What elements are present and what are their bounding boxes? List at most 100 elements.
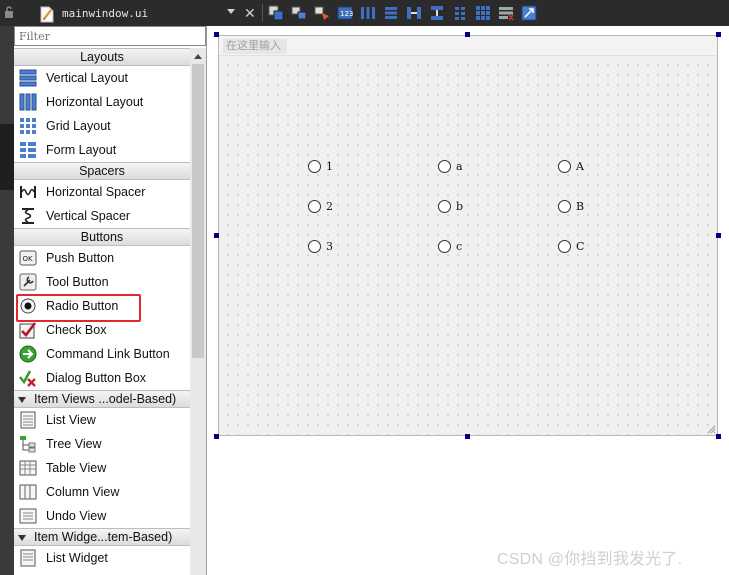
resize-handle-top[interactable] <box>465 32 470 37</box>
edit-tab-order-icon[interactable]: 123 <box>337 5 353 21</box>
radio-indicator <box>438 160 451 173</box>
toolbar-separator <box>262 4 263 22</box>
widget-item-label: Undo View <box>46 509 107 523</box>
radio-indicator <box>308 200 321 213</box>
widget-item-push-button[interactable]: OK Push Button <box>14 246 190 270</box>
radio-label: 2 <box>326 200 333 213</box>
widget-item-grid-layout[interactable]: Grid Layout <box>14 114 190 138</box>
lay-out-vertically-icon[interactable] <box>383 5 399 21</box>
file-dropdown-icon[interactable] <box>227 9 235 14</box>
widget-item-label: Command Link Button <box>46 347 170 361</box>
widget-item-vertical-spacer[interactable]: Vertical Spacer <box>14 204 190 228</box>
break-layout-icon[interactable] <box>498 5 514 21</box>
widget-item-horizontal-layout[interactable]: Horizontal Layout <box>14 90 190 114</box>
radio-label: b <box>456 200 464 213</box>
vertical-layout-icon <box>19 69 37 87</box>
category-label: Spacers <box>79 164 125 178</box>
lock-icon <box>5 6 13 18</box>
widget-item-label: Tree View <box>46 437 102 451</box>
widget-item-label: Horizontal Spacer <box>46 185 146 199</box>
radio-label: C <box>576 240 585 253</box>
edit-buddies-icon[interactable] <box>314 5 330 21</box>
dock-handle <box>0 124 14 190</box>
adjust-size-icon[interactable] <box>521 5 537 21</box>
check-box-icon <box>19 322 37 339</box>
resize-handle-top-right[interactable] <box>716 32 721 37</box>
widget-item-tool-button[interactable]: Tool Button <box>14 270 190 294</box>
radio-label: B <box>576 200 585 213</box>
collapse-arrow-icon <box>18 535 26 541</box>
radio-indicator <box>308 240 321 253</box>
widget-item-label: List View <box>46 413 96 427</box>
widget-item-label: Vertical Spacer <box>46 209 131 223</box>
resize-handle-bottom-right[interactable] <box>716 434 721 439</box>
widget-item-label: Check Box <box>46 323 107 337</box>
widget-item-label: Grid Layout <box>46 119 111 133</box>
vertical-spacer-icon <box>22 208 34 224</box>
column-view-icon <box>19 484 37 500</box>
widget-item-label: Vertical Layout <box>46 71 128 85</box>
horizontal-layout-icon <box>19 93 37 111</box>
close-file-icon[interactable]: ✕ <box>244 5 256 21</box>
form-layout-icon <box>20 142 36 158</box>
radio-label: 1 <box>326 160 333 173</box>
lay-out-horizontally-icon[interactable] <box>360 5 376 21</box>
size-grip-icon[interactable] <box>707 425 716 434</box>
widget-item-tree-view[interactable]: Tree View <box>14 432 190 456</box>
category-buttons[interactable]: Buttons <box>14 228 190 246</box>
svg-text:OK: OK <box>23 255 34 263</box>
widget-item-label: Column View <box>46 485 120 499</box>
widget-box-scrollbar[interactable] <box>190 48 206 575</box>
resize-handle-top-left[interactable] <box>214 32 219 37</box>
ui-file-icon <box>40 6 54 23</box>
category-layouts[interactable]: Layouts <box>14 48 190 66</box>
resize-handle-bottom[interactable] <box>465 434 470 439</box>
radio-label: c <box>456 240 463 253</box>
widget-item-horizontal-spacer[interactable]: Horizontal Spacer <box>14 180 190 204</box>
lay-out-vertical-splitter-icon[interactable] <box>429 5 445 21</box>
main-window-form[interactable] <box>218 35 718 436</box>
category-label: Item Widge...tem-Based) <box>34 530 173 544</box>
scroll-thumb[interactable] <box>192 64 204 358</box>
edit-widgets-icon[interactable] <box>268 5 284 21</box>
left-dock-strip <box>0 26 14 575</box>
form-menubar[interactable]: 在这里输入 <box>219 36 717 56</box>
svg-text:123: 123 <box>340 10 353 18</box>
file-name: mainwindow.ui <box>62 7 149 20</box>
widget-item-table-view[interactable]: Table View <box>14 456 190 480</box>
scroll-up-icon[interactable] <box>194 54 202 59</box>
tool-button-icon <box>19 273 37 291</box>
push-button-icon: OK <box>19 250 37 266</box>
top-toolbar: mainwindow.ui ✕ 123 <box>0 0 729 26</box>
radio-indicator <box>558 200 571 213</box>
widget-item-form-layout[interactable]: Form Layout <box>14 138 190 162</box>
filter-input[interactable] <box>14 26 206 46</box>
resize-handle-left[interactable] <box>214 233 219 238</box>
lay-out-grid-icon[interactable] <box>475 5 491 21</box>
file-selector[interactable]: mainwindow.ui <box>14 2 236 24</box>
widget-item-label: List Widget <box>46 551 108 565</box>
widget-item-vertical-layout[interactable]: Vertical Layout <box>14 66 190 90</box>
category-item-widgets[interactable]: Item Widge...tem-Based) <box>14 528 190 546</box>
widget-item-list-view[interactable]: List View <box>14 408 190 432</box>
widget-item-label: Table View <box>46 461 107 475</box>
category-spacers[interactable]: Spacers <box>14 162 190 180</box>
radio-label: a <box>456 160 463 173</box>
category-item-views[interactable]: Item Views ...odel-Based) <box>14 390 190 408</box>
menu-type-here[interactable]: 在这里输入 <box>223 39 287 54</box>
resize-handle-right[interactable] <box>716 233 721 238</box>
resize-handle-bottom-left[interactable] <box>214 434 219 439</box>
radio-indicator <box>308 160 321 173</box>
widget-item-command-link-button[interactable]: Command Link Button <box>14 342 190 366</box>
widget-item-dialog-button-box[interactable]: Dialog Button Box <box>14 366 190 390</box>
widget-item-column-view[interactable]: Column View <box>14 480 190 504</box>
radio-indicator <box>438 200 451 213</box>
lay-out-form-icon[interactable] <box>452 5 468 21</box>
list-widget-icon <box>20 549 36 567</box>
widget-item-label: Horizontal Layout <box>46 95 144 109</box>
edit-signals-slots-icon[interactable] <box>291 5 307 21</box>
widget-item-label: Form Layout <box>46 143 117 157</box>
lay-out-horizontal-splitter-icon[interactable] <box>406 5 422 21</box>
widget-item-list-widget[interactable]: List Widget <box>14 546 190 570</box>
widget-item-undo-view[interactable]: Undo View <box>14 504 190 528</box>
